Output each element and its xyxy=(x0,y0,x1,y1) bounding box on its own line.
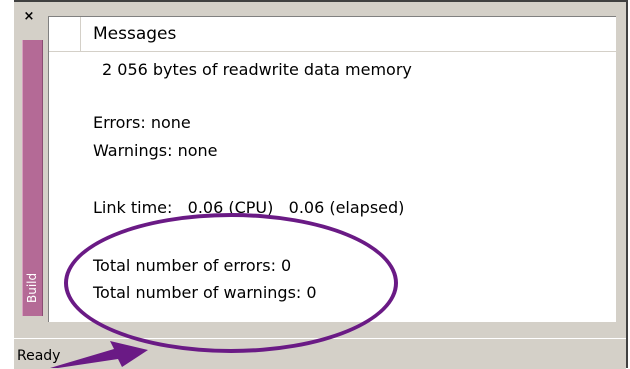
close-icon[interactable]: × xyxy=(22,10,36,24)
build-tab-label: Build xyxy=(25,272,39,304)
panel-divider xyxy=(616,17,617,323)
messages-header: Messages xyxy=(49,17,616,52)
messages-column-header[interactable]: Messages xyxy=(93,24,176,44)
highlight-ellipse xyxy=(64,213,398,353)
pointer-arrow-shape xyxy=(50,341,148,368)
message-line-warnings: Warnings: none xyxy=(93,141,218,160)
window-top-edge xyxy=(14,0,628,2)
message-line-memory: 2 056 bytes of readwrite data memory xyxy=(102,60,412,79)
pointer-arrow-icon xyxy=(50,341,148,368)
build-tab[interactable]: Build xyxy=(22,40,43,316)
message-line-errors: Errors: none xyxy=(93,113,191,132)
header-blank-column xyxy=(49,17,81,51)
window-right-edge xyxy=(626,0,628,368)
